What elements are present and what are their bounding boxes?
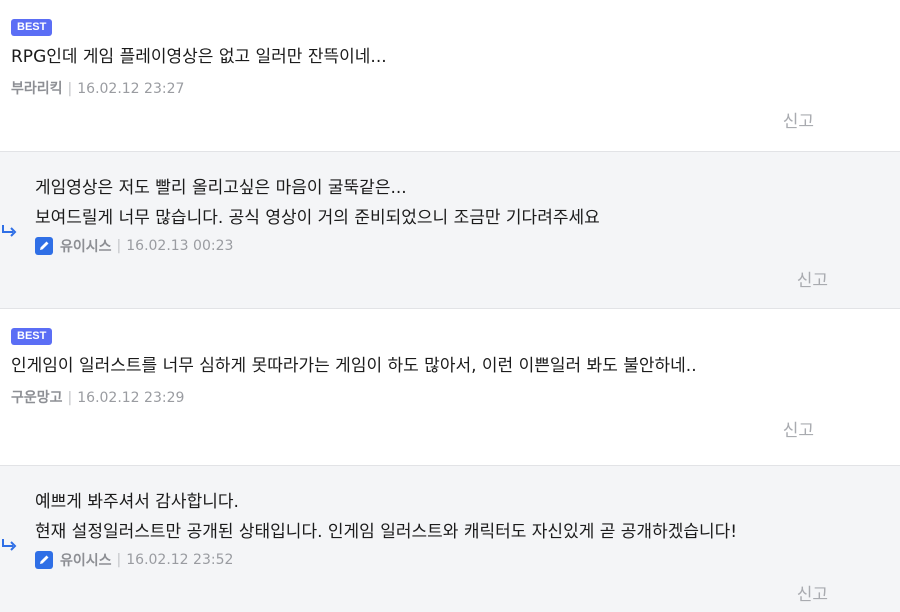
reply-arrow-icon [2,225,17,237]
reply-text: 게임영상은 저도 빨리 올리고싶은 마음이 굴뚝같은... 보여드릴게 너무 많… [35,173,600,233]
meta-separator: | [67,390,73,406]
reply-date: 16.02.13 00:23 [126,238,234,254]
reply-author[interactable]: 유이시스 [60,550,112,570]
best-badge: BEST [11,19,53,36]
meta-separator: | [116,552,122,568]
reply-meta: 유이시스 | 16.02.13 00:23 [35,236,233,256]
reply-line: 보여드릴게 너무 많습니다. 공식 영상이 거의 준비되었으니 조금만 기다려주… [35,208,600,228]
comment-meta: 구운망고 | 16.02.12 23:29 [11,387,184,407]
report-button[interactable]: 신고 [797,266,828,291]
reply-item: 게임영상은 저도 빨리 올리고싶은 마음이 굴뚝같은... 보여드릴게 너무 많… [0,152,900,309]
meta-separator: | [116,238,122,254]
pencil-icon [35,237,53,255]
comment-text: RPG인데 게임 플레이영상은 없고 일러만 잔뜩이네... [11,47,387,67]
report-button[interactable]: 신고 [783,107,814,132]
best-badge: BEST [11,328,53,345]
comment-date: 16.02.12 23:29 [77,390,185,406]
reply-line: 현재 설정일러스트만 공개된 상태입니다. 인게임 일러스트와 캐릭터도 자신있… [35,522,738,542]
meta-separator: | [67,81,73,97]
reply-author[interactable]: 유이시스 [60,236,112,256]
comment-item: BEST 인게임이 일러스트를 너무 심하게 못따라가는 게임이 하도 많아서,… [0,309,900,466]
comment-text: 인게임이 일러스트를 너무 심하게 못따라가는 게임이 하도 많아서, 이런 이… [11,356,697,376]
reply-item: 예쁘게 봐주셔서 감사합니다. 현재 설정일러스트만 공개된 상태입니다. 인게… [0,466,900,612]
comment-author[interactable]: 구운망고 [11,390,63,406]
reply-text: 예쁘게 봐주셔서 감사합니다. 현재 설정일러스트만 공개된 상태입니다. 인게… [35,487,737,547]
report-button[interactable]: 신고 [797,580,828,605]
comment-date: 16.02.12 23:27 [77,81,185,97]
comment-item: BEST RPG인데 게임 플레이영상은 없고 일러만 잔뜩이네... 부라리킥… [0,0,900,152]
reply-line: 예쁘게 봐주셔서 감사합니다. [35,492,239,512]
pencil-icon [35,551,53,569]
reply-meta: 유이시스 | 16.02.12 23:52 [35,550,233,570]
reply-date: 16.02.12 23:52 [126,552,234,568]
report-button[interactable]: 신고 [783,416,814,441]
comment-meta: 부라리킥 | 16.02.12 23:27 [11,78,184,98]
reply-line: 게임영상은 저도 빨리 올리고싶은 마음이 굴뚝같은... [35,178,407,198]
comment-author[interactable]: 부라리킥 [11,81,63,97]
reply-arrow-icon [2,539,17,551]
